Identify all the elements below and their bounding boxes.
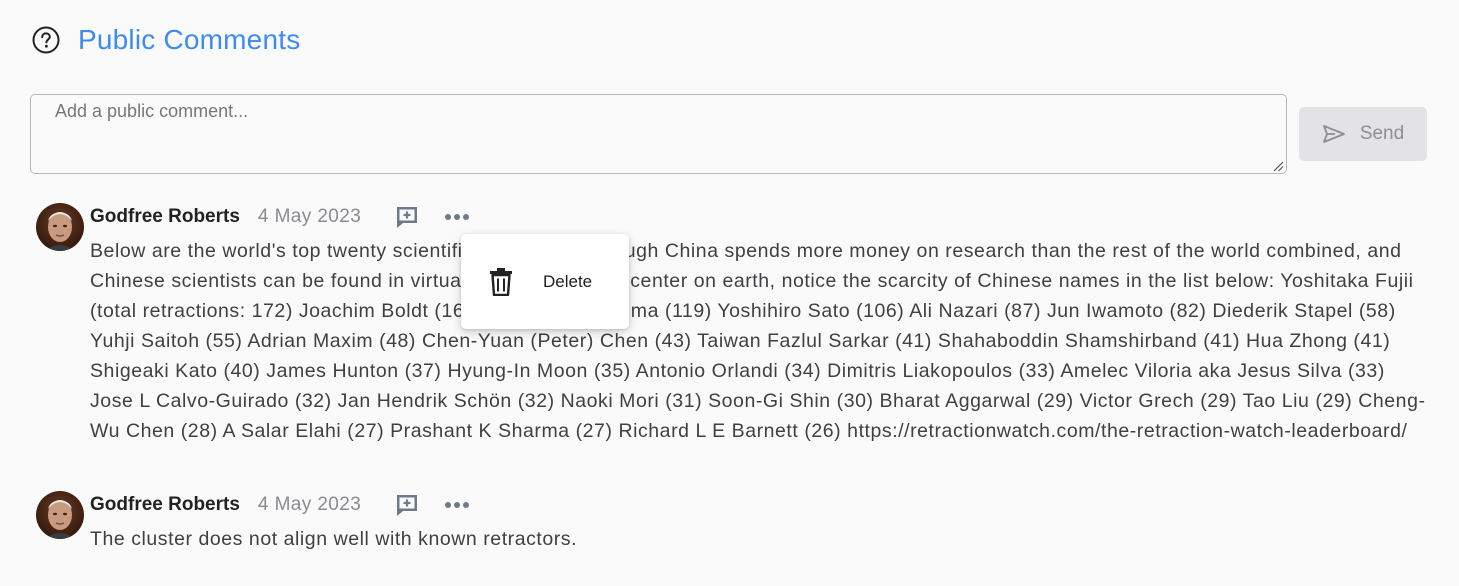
avatar[interactable] xyxy=(36,203,84,251)
comments-header: Public Comments xyxy=(32,20,300,60)
help-circle-icon[interactable] xyxy=(32,26,60,54)
comment-input-container xyxy=(30,94,1287,174)
author-name[interactable]: Godfree Roberts xyxy=(90,206,240,228)
trash-icon[interactable] xyxy=(489,267,513,296)
send-button[interactable]: Send xyxy=(1299,107,1427,161)
avatar[interactable] xyxy=(36,491,84,539)
more-options-icon[interactable] xyxy=(444,204,470,230)
comment-text: Below are the world's top twenty scienti… xyxy=(90,240,1426,442)
reply-icon[interactable] xyxy=(394,492,420,518)
comment-text: The cluster does not align well with kno… xyxy=(90,528,578,550)
comment-options-menu: Delete xyxy=(461,234,629,329)
resize-handle-icon[interactable] xyxy=(1272,159,1284,172)
comment-header: Godfree Roberts 4 May 2023 xyxy=(90,203,470,231)
send-label: Send xyxy=(1359,123,1405,144)
paper-plane-icon xyxy=(1322,124,1346,144)
page-title: Public Comments xyxy=(78,24,301,55)
author-name[interactable]: Godfree Roberts xyxy=(90,494,240,516)
menu-item-delete[interactable]: Delete xyxy=(543,272,592,292)
more-options-icon[interactable] xyxy=(444,492,470,518)
comment-date: 4 May 2023 xyxy=(257,206,362,227)
comment-input[interactable] xyxy=(31,95,1286,173)
comment-header: Godfree Roberts 4 May 2023 xyxy=(90,491,470,519)
comment-date: 4 May 2023 xyxy=(257,494,362,515)
reply-icon[interactable] xyxy=(394,204,420,230)
